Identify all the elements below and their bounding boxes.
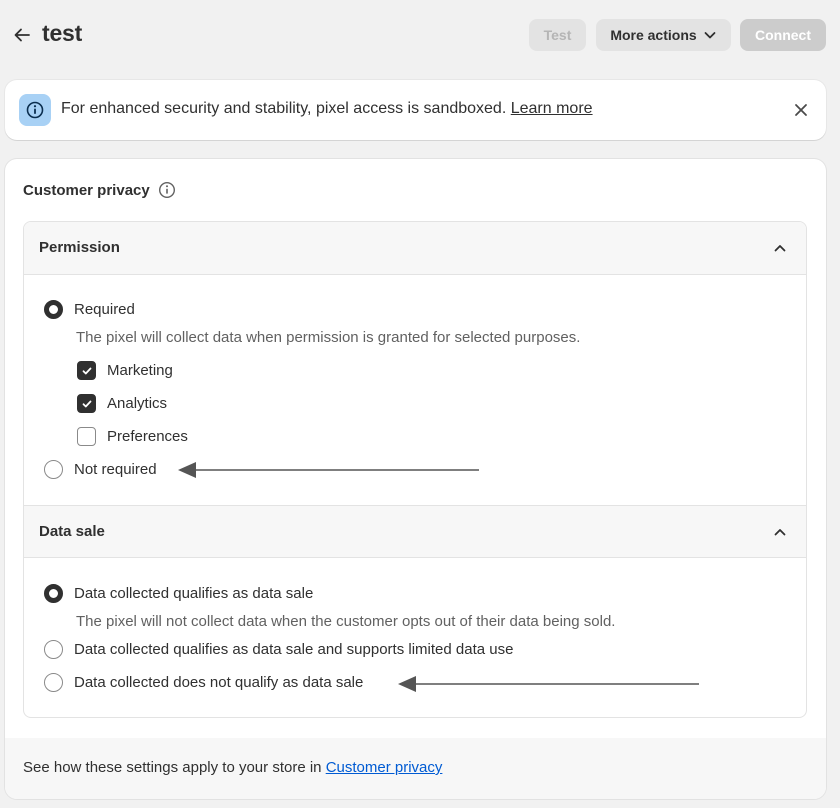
not-required-label: Not required: [74, 461, 157, 478]
footer-text: See how these settings apply to your sto…: [23, 759, 442, 776]
data-sale-option-not-qualify[interactable]: Data collected does not qualify as data …: [44, 673, 363, 692]
close-icon: [795, 104, 807, 116]
analytics-checkbox[interactable]: [77, 394, 96, 413]
dismiss-banner-button[interactable]: [790, 99, 812, 121]
info-icon: [19, 94, 51, 126]
permission-heading: Permission: [39, 239, 120, 256]
chevron-up-icon[interactable]: [772, 240, 788, 256]
chevron-up-icon[interactable]: [772, 524, 788, 540]
permission-section-header[interactable]: Permission: [24, 222, 806, 275]
permission-required-option[interactable]: Required: [44, 300, 135, 319]
qualifies-radio[interactable]: [44, 584, 63, 603]
customer-privacy-link[interactable]: Customer privacy: [326, 759, 443, 776]
not-required-radio[interactable]: [44, 460, 63, 479]
chevron-down-icon: [704, 32, 716, 39]
sandbox-info-banner: For enhanced security and stability, pix…: [5, 80, 826, 140]
test-button[interactable]: Test: [529, 19, 586, 51]
required-radio[interactable]: [44, 300, 63, 319]
page-header: test Test More actions Connect: [0, 0, 840, 70]
banner-message: For enhanced security and stability, pix…: [61, 100, 593, 118]
more-actions-button[interactable]: More actions: [596, 19, 731, 51]
data-sale-help-text: The pixel will not collect data when the…: [76, 613, 616, 630]
learn-more-link[interactable]: Learn more: [511, 100, 593, 117]
limited-use-label: Data collected qualifies as data sale an…: [74, 641, 514, 658]
limited-use-radio[interactable]: [44, 640, 63, 659]
customer-privacy-card: Customer privacy Permission Required The…: [5, 159, 826, 799]
annotation-arrow: [398, 676, 699, 692]
analytics-checkbox-row[interactable]: Analytics: [77, 394, 167, 413]
required-help-text: The pixel will collect data when permiss…: [76, 329, 581, 346]
marketing-label: Marketing: [107, 362, 173, 379]
not-qualify-label: Data collected does not qualify as data …: [74, 674, 364, 691]
not-qualify-radio[interactable]: [44, 673, 63, 692]
card-footer: See how these settings apply to your sto…: [5, 738, 826, 799]
info-icon[interactable]: [158, 181, 176, 199]
data-sale-heading: Data sale: [39, 523, 105, 540]
marketing-checkbox-row[interactable]: Marketing: [77, 361, 173, 380]
marketing-checkbox[interactable]: [77, 361, 96, 380]
page-title: test: [42, 20, 83, 46]
banner-text: For enhanced security and stability, pix…: [61, 100, 507, 117]
preferences-checkbox-row[interactable]: Preferences: [77, 427, 188, 446]
connect-button[interactable]: Connect: [740, 19, 826, 51]
data-sale-section-header[interactable]: Data sale: [24, 505, 806, 558]
permission-not-required-option[interactable]: Not required: [44, 460, 157, 479]
preferences-label: Preferences: [107, 428, 188, 445]
footer-message: See how these settings apply to your sto…: [23, 759, 322, 776]
more-actions-label: More actions: [610, 27, 697, 43]
annotation-arrow: [178, 462, 479, 478]
data-sale-option-qualifies[interactable]: Data collected qualifies as data sale: [44, 584, 313, 603]
checkmark-icon: [82, 400, 91, 407]
back-button[interactable]: [10, 23, 34, 47]
arrow-left-icon: [14, 28, 30, 42]
analytics-label: Analytics: [107, 395, 168, 412]
qualifies-label: Data collected qualifies as data sale: [74, 585, 314, 602]
required-label: Required: [74, 301, 135, 318]
checkmark-icon: [82, 367, 91, 374]
customer-privacy-title: Customer privacy: [23, 181, 150, 199]
preferences-checkbox[interactable]: [77, 427, 96, 446]
privacy-settings-box: Permission Required The pixel will colle…: [23, 221, 807, 718]
data-sale-option-limited-use[interactable]: Data collected qualifies as data sale an…: [44, 640, 513, 659]
card-title: Customer privacy: [23, 181, 176, 199]
